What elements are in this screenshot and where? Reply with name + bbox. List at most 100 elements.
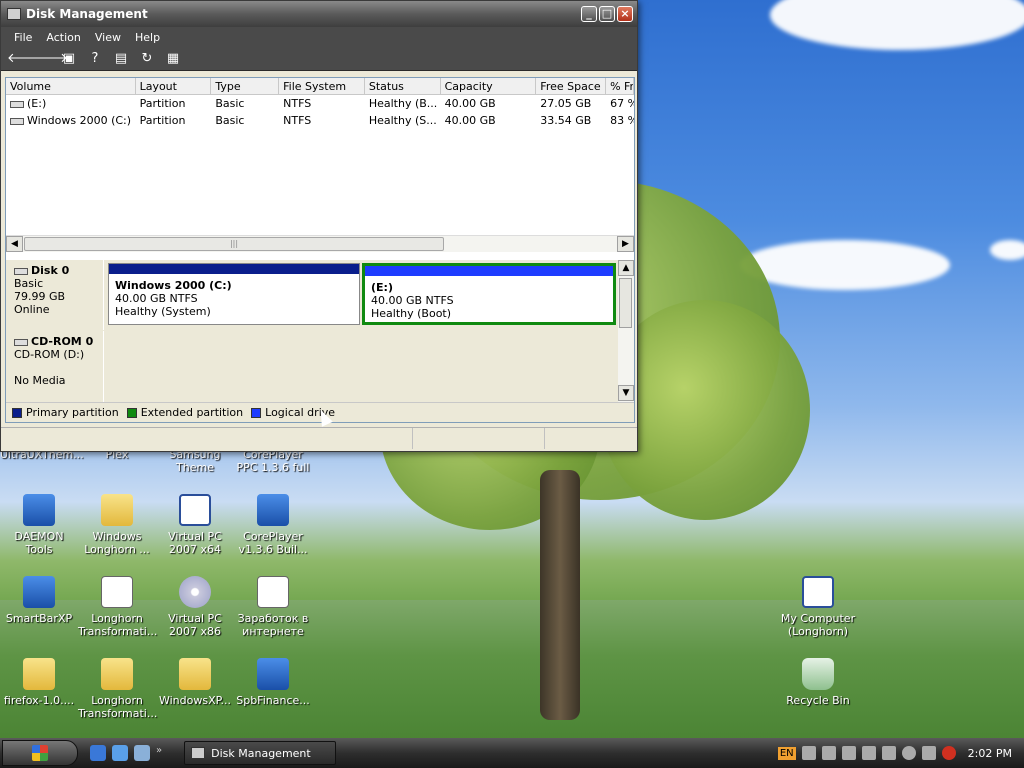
settings-icon[interactable]: ▦ — [163, 50, 183, 68]
col-free-space[interactable]: Free Space — [536, 78, 607, 94]
disk-name: CD-ROM 0 — [31, 335, 94, 348]
cell-layout: Partition — [139, 114, 186, 127]
cell-status: Healthy (S... — [368, 114, 437, 127]
security-icon[interactable] — [941, 746, 956, 760]
desktop-icon-recycle-bin[interactable]: Recycle Bin — [779, 658, 857, 707]
menu-file[interactable]: File — [7, 31, 39, 44]
tray-expand-icon[interactable] — [901, 746, 916, 760]
disk-management-window[interactable]: Disk Management _ □ × File Action View H… — [0, 0, 638, 452]
table-row[interactable]: (E:) Partition Basic NTFS Healthy (B... … — [6, 95, 634, 112]
partition-c[interactable]: Windows 2000 (C:) 40.00 GB NTFS Healthy … — [108, 263, 360, 325]
cdrom-drive: CD-ROM (D:) — [14, 348, 85, 361]
scroll-thumb[interactable] — [619, 278, 632, 328]
cdrom-0-label[interactable]: CD-ROM 0 CD-ROM (D:) No Media — [6, 331, 104, 402]
zip-folder-icon — [23, 658, 55, 690]
desktop-icon-label: DAEMON Tools — [14, 530, 64, 556]
media-icon[interactable] — [112, 745, 128, 761]
disc-icon — [179, 576, 211, 608]
scroll-thumb[interactable]: ||| — [24, 237, 444, 251]
volume-icon[interactable] — [881, 746, 896, 760]
col-capacity[interactable]: Capacity — [441, 78, 537, 94]
menu-action[interactable]: Action — [39, 31, 87, 44]
col-layout[interactable]: Layout — [136, 78, 212, 94]
cell-free-space: 33.54 GB — [540, 114, 592, 127]
daemon-tools-icon — [23, 494, 55, 526]
show-desktop-icon[interactable] — [134, 745, 150, 761]
partition-e[interactable]: (E:) 40.00 GB NTFS Healthy (Boot) — [362, 263, 616, 325]
clock[interactable]: 2:02 PM — [968, 747, 1012, 760]
partition-name: (E:) — [371, 281, 393, 294]
windows-logo-icon — [32, 745, 48, 761]
desktop-icon-label: firefox-1.0.... — [3, 694, 75, 707]
desktop-icon-label: SmartBarXP — [5, 612, 73, 625]
partition-status: Healthy (System) — [115, 305, 211, 318]
scroll-up-icon[interactable]: ▲ — [618, 260, 634, 276]
menu-help[interactable]: Help — [128, 31, 167, 44]
start-button[interactable] — [2, 740, 78, 766]
spbfinance-icon — [257, 658, 289, 690]
language-indicator[interactable]: EN — [777, 746, 796, 760]
desktop-icon-daemon-tools[interactable]: DAEMON Tools — [0, 494, 78, 556]
help-tray-icon[interactable] — [861, 746, 876, 760]
desktop-icon-firefox[interactable]: firefox-1.0.... — [0, 658, 78, 707]
properties-icon[interactable]: ▤ — [111, 50, 131, 68]
chevron-icon[interactable]: » — [156, 745, 162, 761]
minimize-button[interactable]: _ — [581, 6, 597, 22]
legend-extended: Extended partition — [140, 406, 244, 419]
desktop-icon-virtual-pc-x64[interactable]: Virtual PC 2007 x64 — [156, 494, 234, 556]
tool-icon[interactable] — [821, 746, 836, 760]
col-type[interactable]: Type — [211, 78, 280, 94]
forward-arrow-icon[interactable]: 🡒 — [33, 50, 68, 68]
cell-file-system: NTFS — [283, 114, 312, 127]
back-arrow-icon[interactable]: 🡐 — [7, 50, 42, 68]
keyboard-icon[interactable] — [801, 746, 816, 760]
display-icon[interactable] — [841, 746, 856, 760]
desktop-icon-smartbarxp[interactable]: SmartBarXP — [0, 576, 78, 625]
disk-0-label[interactable]: Disk 0 Basic 79.99 GB Online — [6, 260, 104, 330]
scroll-down-icon[interactable]: ▼ — [618, 385, 634, 401]
col-volume[interactable]: Volume — [6, 78, 136, 94]
desktop-icon-longhorn-transformation-1[interactable]: Longhorn Transformati... — [78, 576, 157, 638]
desktop-icon-label: My Computer (Longhorn) — [780, 612, 856, 638]
desktop-icon-label: Recycle Bin — [786, 694, 850, 707]
scroll-left-icon[interactable]: ◀ — [6, 236, 23, 252]
7z-archive-icon — [101, 576, 133, 608]
desktop-icon-windowsxp[interactable]: WindowsXP... — [156, 658, 234, 707]
menu-view[interactable]: View — [88, 31, 128, 44]
window-title: Disk Management — [26, 7, 148, 21]
close-button[interactable]: × — [617, 6, 633, 22]
zip-folder-icon — [179, 658, 211, 690]
desktop-icon-coreplayer-build[interactable]: CorePlayer v1.3.6 Buil... — [234, 494, 312, 556]
col-file-system[interactable]: File System — [279, 78, 365, 94]
col-percent-free[interactable]: % Fr — [606, 78, 634, 94]
desktop-icon-virtual-pc-x86[interactable]: Virtual PC 2007 x86 — [156, 576, 234, 638]
horizontal-scrollbar[interactable]: ◀ ||| ▶ — [6, 235, 634, 252]
cdrom-media: No Media — [14, 374, 66, 387]
console-tree-icon[interactable]: ▣ — [59, 50, 79, 68]
system-tray: EN 2:02 PM — [777, 746, 1024, 760]
ie-icon[interactable] — [90, 745, 106, 761]
taskbar: » Disk Management EN 2:02 PM — [0, 738, 1024, 768]
desktop-icon-zarabotok[interactable]: Заработок в интернете — [234, 576, 312, 638]
table-row[interactable]: Windows 2000 (C:) Partition Basic NTFS H… — [6, 112, 634, 129]
taskbar-button-disk-management[interactable]: Disk Management — [184, 741, 337, 765]
help-icon[interactable]: ? — [85, 50, 105, 68]
cell-type: Basic — [215, 114, 245, 127]
cell-status: Healthy (B... — [368, 97, 438, 110]
coreplayer-icon — [257, 494, 289, 526]
refresh-icon[interactable]: ↻ — [137, 50, 157, 68]
desktop-icon-spbfinance[interactable]: SpbFinance... — [234, 658, 312, 707]
disk-type: Basic — [14, 277, 44, 290]
desktop-icon-my-computer[interactable]: My Computer (Longhorn) — [779, 576, 857, 638]
quick-launch: » — [90, 745, 162, 761]
col-status[interactable]: Status — [365, 78, 441, 94]
title-bar[interactable]: Disk Management _ □ × — [1, 1, 637, 27]
maximize-button[interactable]: □ — [599, 6, 615, 22]
word-document-icon — [257, 576, 289, 608]
cell-free-space: 27.05 GB — [540, 97, 592, 110]
network-icon[interactable] — [921, 746, 936, 760]
scroll-right-icon[interactable]: ▶ — [617, 236, 634, 252]
vertical-scrollbar[interactable]: ▲ ▼ — [618, 260, 634, 402]
desktop-icon-longhorn-transformation-2[interactable]: Longhorn Transformati... — [78, 658, 157, 720]
desktop-icon-windows-longhorn[interactable]: Windows Longhorn ... — [78, 494, 156, 556]
